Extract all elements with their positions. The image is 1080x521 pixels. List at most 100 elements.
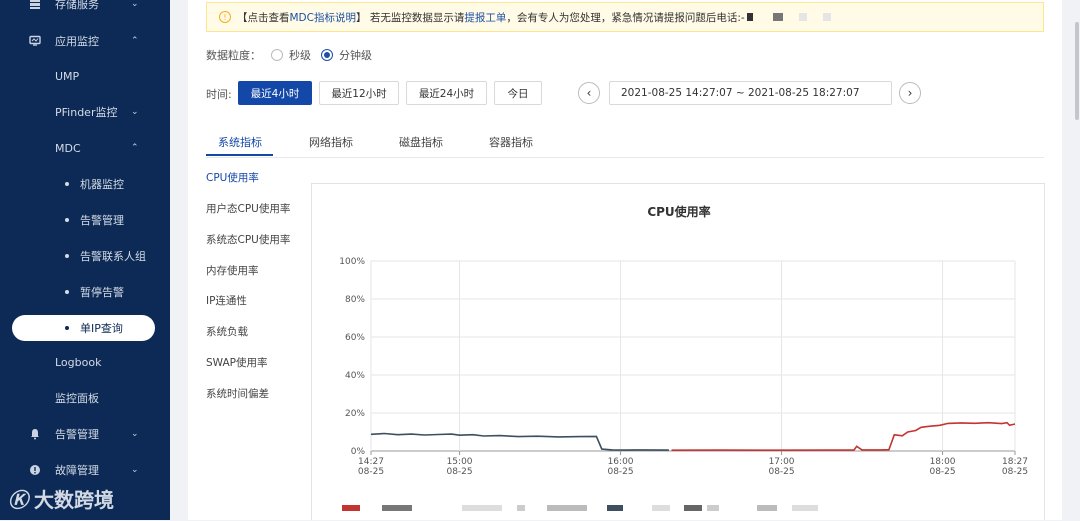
prev-range-icon[interactable]: ‹	[578, 82, 600, 104]
x-tick-label: 17:00	[769, 457, 795, 467]
time-range-input[interactable]: 2021-08-25 14:27:07 ~ 2021-08-25 18:27:0…	[609, 81, 892, 105]
legend-redacted-block	[547, 505, 587, 511]
mdc-doc-link[interactable]: MDC指标说明	[290, 10, 356, 25]
fault-icon	[28, 463, 42, 477]
chevron-up-icon: ⌃	[131, 36, 139, 46]
notice-middle: 】 若无监控数据显示请	[355, 11, 465, 24]
time-selector: 时间: 最近4小时 最近12小时 最近24小时 今日 ‹ 2021-08-25 …	[206, 81, 1046, 105]
storage-icon	[28, 0, 42, 11]
sidebar-item-alert-contacts[interactable]: 告警联系人组	[0, 238, 170, 274]
sidebar-item-label: 告警联系人组	[80, 250, 146, 263]
legend-redacted-block	[707, 505, 719, 511]
bullet-icon	[65, 218, 69, 222]
sidebar-item-app-monitor[interactable]: 应用监控 ⌃	[0, 23, 170, 59]
x-tick-label: 18:00	[930, 457, 956, 467]
series-line-0	[370, 432, 669, 451]
x-tick-date: 08-25	[358, 467, 384, 477]
bullet-icon	[65, 290, 69, 294]
y-tick-label: 40%	[345, 371, 365, 381]
content-gutter	[170, 0, 188, 520]
tab-network[interactable]: 网络指标	[309, 134, 353, 150]
redacted-block	[772, 13, 783, 21]
metric-memory[interactable]: 内存使用率	[206, 263, 259, 278]
legend-redacted-block	[792, 505, 818, 511]
metric-tabs: 系统指标 网络指标 磁盘指标 容器指标	[206, 126, 1044, 158]
legend-redacted-block	[684, 505, 702, 511]
sidebar-item-alert[interactable]: 告警管理 ⌄	[0, 416, 170, 452]
radio-second[interactable]	[271, 49, 283, 61]
main-content: ! 【点击查看 MDC指标说明 】 若无监控数据显示请 提报工单 ，会有专人为您…	[188, 0, 1062, 520]
tab-container[interactable]: 容器指标	[489, 134, 533, 150]
y-tick-label: 60%	[345, 333, 365, 343]
sidebar-item-label: UMP	[55, 69, 80, 83]
time-4h-button[interactable]: 最近4小时	[238, 81, 312, 105]
active-tab-underline	[206, 154, 273, 156]
chevron-down-icon: ⌄	[131, 429, 139, 439]
sidebar-item-label: MDC	[55, 141, 81, 155]
radio-minute[interactable]	[321, 49, 333, 61]
time-12h-button[interactable]: 最近12小时	[319, 81, 399, 105]
sidebar-item-label: 告警管理	[55, 428, 99, 441]
time-label: 时间:	[206, 88, 232, 101]
time-24h-button[interactable]: 最近24小时	[406, 81, 487, 105]
watermark-text: 大数跨境	[34, 488, 114, 512]
metric-time-offset[interactable]: 系统时间偏差	[206, 386, 269, 401]
ticket-link[interactable]: 提报工单	[464, 10, 506, 25]
sidebar-item-machine-monitor[interactable]: 机器监控	[0, 166, 170, 202]
notice-banner: ! 【点击查看 MDC指标说明 】 若无监控数据显示请 提报工单 ，会有专人为您…	[206, 2, 1044, 32]
sidebar-item-pfinder[interactable]: PFinder监控 ⌄	[0, 94, 170, 130]
x-tick-date: 08-25	[607, 467, 633, 477]
next-range-icon[interactable]: ›	[899, 82, 921, 104]
sidebar-item-fault[interactable]: 故障管理 ⌄	[0, 452, 170, 488]
monitor-icon	[28, 34, 42, 48]
chevron-down-icon: ⌄	[131, 107, 139, 117]
chevron-down-icon: ⌄	[131, 465, 139, 475]
y-tick-label: 100%	[339, 257, 365, 267]
legend-redacted-block	[652, 505, 670, 511]
chevron-down-icon: ⌄	[131, 0, 139, 9]
tab-disk[interactable]: 磁盘指标	[399, 134, 443, 150]
sidebar-item-label: Logbook	[55, 355, 102, 369]
chart-title: CPU使用率	[647, 204, 710, 219]
radio-label-second: 秒级	[289, 49, 311, 62]
sidebar-item-dashboard[interactable]: 监控面板	[0, 380, 170, 416]
notice-prefix: 【点击查看	[237, 11, 290, 24]
sidebar-item-storage[interactable]: 存储服务 ⌄	[0, 0, 170, 22]
series-line-1	[671, 421, 1016, 452]
bell-icon	[28, 427, 42, 441]
sidebar-item-label: 故障管理	[55, 464, 99, 477]
info-icon: !	[219, 11, 231, 23]
legend-redacted-block	[517, 505, 525, 511]
redacted-block	[746, 13, 753, 21]
redacted-block	[822, 13, 831, 21]
sidebar-item-label: 告警管理	[80, 214, 124, 227]
metric-cpu[interactable]: CPU使用率	[206, 170, 259, 185]
scrollbar-thumb[interactable]	[1075, 22, 1079, 120]
notice-suffix: ，会有专人为您处理，紧急情况请提报问题后电话:-	[506, 11, 745, 24]
metric-sys-cpu[interactable]: 系统态CPU使用率	[206, 232, 290, 247]
legend-redacted-block	[342, 505, 360, 511]
y-tick-label: 0%	[351, 447, 366, 457]
metric-load[interactable]: 系统负载	[206, 324, 248, 339]
bullet-icon	[65, 254, 69, 258]
watermark-logo: Ⓚ	[8, 488, 28, 512]
time-today-button[interactable]: 今日	[494, 81, 542, 105]
sidebar-item-single-ip[interactable]: 单IP查询	[0, 310, 170, 346]
x-tick-date: 08-25	[929, 467, 955, 477]
sidebar-item-ump[interactable]: UMP	[0, 58, 170, 94]
sidebar-item-label: PFinder监控	[55, 106, 118, 119]
page-scrollbar[interactable]	[1062, 0, 1080, 520]
x-tick-label: 15:00	[447, 457, 473, 467]
metric-ip-connectivity[interactable]: IP连通性	[206, 293, 247, 308]
metric-swap[interactable]: SWAP使用率	[206, 355, 268, 370]
legend-redacted-block	[382, 505, 412, 511]
sidebar-item-mdc[interactable]: MDC ⌃	[0, 130, 170, 166]
sidebar-item-label: 单IP查询	[80, 322, 123, 335]
x-tick-label: 18:27	[1002, 457, 1028, 467]
sidebar-item-logbook[interactable]: Logbook	[0, 344, 170, 380]
metric-user-cpu[interactable]: 用户态CPU使用率	[206, 201, 290, 216]
sidebar-item-pause-alert[interactable]: 暂停告警	[0, 274, 170, 310]
tab-system[interactable]: 系统指标	[218, 134, 262, 150]
x-tick-date: 08-25	[768, 467, 794, 477]
sidebar-item-alert-manage[interactable]: 告警管理	[0, 202, 170, 238]
